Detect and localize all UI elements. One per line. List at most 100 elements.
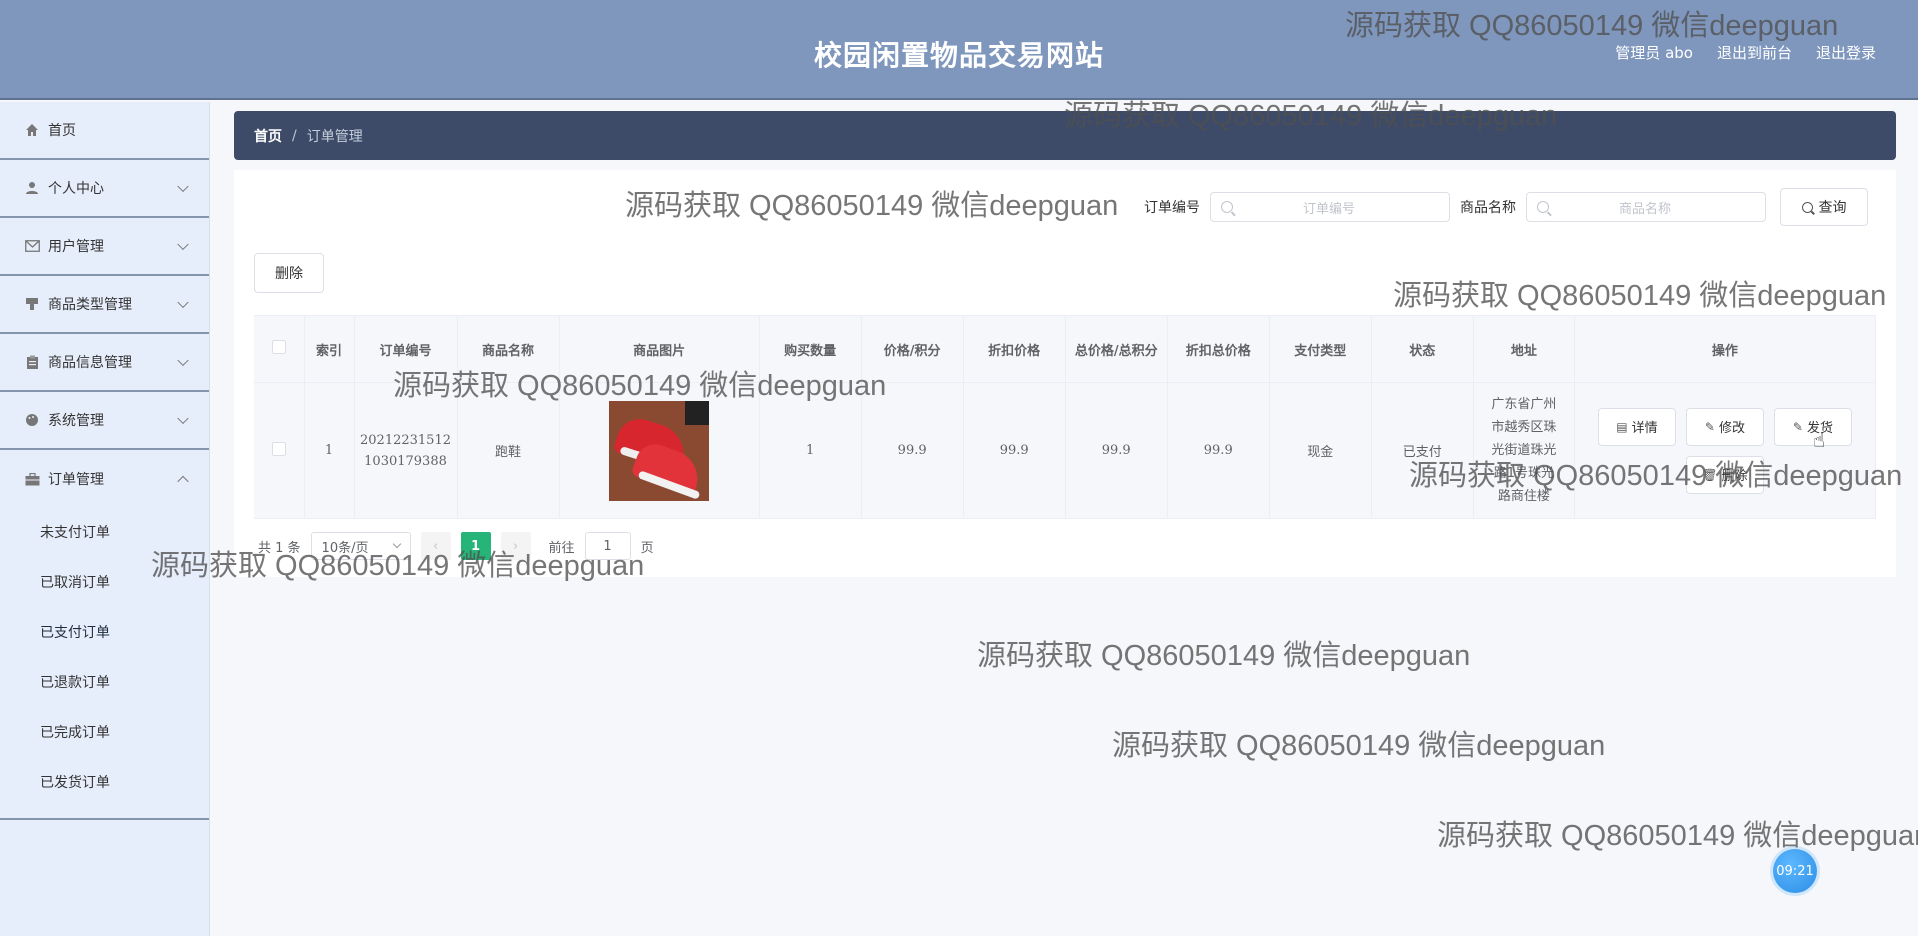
product-image[interactable]	[609, 400, 710, 501]
submenu-paid-orders[interactable]: 已支付订单	[0, 608, 209, 658]
breadcrumb: 首页 / 订单管理	[234, 111, 1896, 160]
cell-actions: ▤ 详情 ✎ 修改 ✎ 发货 🗑 删除	[1574, 382, 1877, 519]
order-no-placeholder: 订单编号	[1302, 201, 1355, 217]
submenu-completed-orders[interactable]: 已完成订单	[0, 708, 209, 758]
query-button[interactable]: 查询	[1780, 188, 1868, 226]
prev-page-button[interactable]: ‹	[420, 532, 451, 560]
sidebar-item-label: 商品类型管理	[48, 297, 132, 313]
goto-prefix: 前往	[548, 540, 575, 556]
row-delete-button-label: 删除	[1721, 469, 1748, 484]
chevron-down-icon	[392, 539, 401, 549]
address-line: 路商住楼	[1497, 489, 1550, 504]
clipboard-icon	[24, 354, 40, 370]
pointer-cursor-icon: ☝	[1813, 428, 1826, 452]
search-form: 订单编号 订单编号 商品名称 商品名称 查询	[1144, 188, 1868, 226]
watermark-text: 源码获取 QQ86050149 微信deepguan	[977, 640, 1471, 672]
breadcrumb-separator: /	[292, 127, 297, 144]
batch-delete-button[interactable]: 删除	[254, 253, 324, 293]
pagination: 共 1 条 10条/页 ‹ 1 › 前往 1 页	[258, 532, 654, 560]
home-icon	[24, 122, 40, 138]
submenu-unpaid-orders[interactable]: 未支付订单	[0, 508, 209, 558]
logout-link[interactable]: 退出登录	[1816, 42, 1876, 63]
cell-status: 已支付	[1371, 382, 1474, 519]
content-panel: 订单编号 订单编号 商品名称 商品名称 查询 删除 索引 订单编号 商品名称 商…	[234, 170, 1896, 577]
briefcase-icon	[24, 471, 40, 487]
row-select-cell	[254, 382, 305, 519]
column-header: 订单编号	[354, 315, 458, 383]
chevron-down-icon	[177, 238, 189, 251]
sidebar-item-order-management[interactable]: 订单管理	[0, 450, 209, 508]
submenu-shipped-orders[interactable]: 已发货订单	[0, 758, 209, 808]
column-header: 总价格/总积分	[1065, 315, 1168, 383]
column-header: 购买数量	[759, 315, 862, 383]
address-line: 广东省广州	[1491, 397, 1557, 412]
sidebar: 首页 个人中心 用户管理 商品类型管理 商品信息管理 系统管理 订单管理 未支付…	[0, 102, 210, 936]
sidebar-item-product-type-management[interactable]: 商品类型管理	[0, 276, 209, 334]
sidebar-item-label: 首页	[48, 123, 76, 139]
table-row: 1 20212231512 1030179388 跑鞋 1 99.9 99.9 …	[254, 382, 1877, 519]
goto-suffix: 页	[640, 540, 654, 556]
search-icon	[1801, 201, 1813, 213]
product-name-input[interactable]: 商品名称	[1526, 192, 1766, 222]
cell-index: 1	[304, 382, 355, 519]
column-header: 商品名称	[457, 315, 560, 383]
submenu-cancelled-orders[interactable]: 已取消订单	[0, 558, 209, 608]
order-no-line: 20212231512	[360, 432, 451, 448]
document-icon: ▤	[1616, 419, 1628, 434]
address-line: 路1号珠光	[1493, 466, 1554, 481]
goto-page-input[interactable]: 1	[584, 532, 631, 560]
chevron-right-icon: ›	[512, 538, 519, 554]
order-no-input[interactable]: 订单编号	[1210, 192, 1450, 222]
submenu-refunded-orders[interactable]: 已退款订单	[0, 658, 209, 708]
chevron-left-icon: ‹	[432, 538, 439, 554]
sidebar-item-system-management[interactable]: 系统管理	[0, 392, 209, 450]
detail-button-label: 详情	[1631, 421, 1658, 436]
column-header: 状态	[1371, 315, 1474, 383]
top-header: 校园闲置物品交易网站 管理员 abo 退出到前台 退出登录	[0, 0, 1918, 100]
cell-discount-total: 99.9	[1167, 382, 1270, 519]
page-size-value: 10条/页	[321, 540, 369, 556]
column-header: 地址	[1473, 315, 1575, 383]
sidebar-item-home[interactable]: 首页	[0, 102, 209, 160]
cell-order-no: 20212231512 1030179388	[354, 382, 458, 519]
cell-product-image	[559, 382, 760, 519]
watermark-text: 源码获取 QQ86050149 微信deepguan	[1437, 820, 1918, 852]
sidebar-item-label: 个人中心	[48, 181, 104, 197]
trash-icon: 🗑	[1702, 467, 1718, 482]
back-to-front-link[interactable]: 退出到前台	[1717, 42, 1792, 63]
page-size-select[interactable]: 10条/页	[310, 532, 411, 560]
detail-button[interactable]: ▤ 详情	[1597, 407, 1676, 446]
orders-table: 索引 订单编号 商品名称 商品图片 购买数量 价格/积分 折扣价格 总价格/总积…	[254, 315, 1877, 519]
table-header-row: 索引 订单编号 商品名称 商品图片 购买数量 价格/积分 折扣价格 总价格/总积…	[254, 315, 1877, 383]
pagination-total: 共 1 条	[258, 540, 301, 556]
order-no-label: 订单编号	[1144, 200, 1200, 216]
edit-button[interactable]: ✎ 修改	[1685, 407, 1764, 446]
row-actions: ▤ 详情 ✎ 修改 ✎ 发货 🗑 删除	[1579, 407, 1871, 494]
cell-payment-type: 现金	[1269, 382, 1372, 519]
next-page-button[interactable]: ›	[500, 532, 531, 560]
edit-icon: ✎	[1792, 419, 1803, 434]
chevron-down-icon	[177, 180, 189, 193]
row-checkbox[interactable]	[271, 441, 286, 456]
sidebar-item-user-management[interactable]: 用户管理	[0, 218, 209, 276]
sidebar-item-label: 系统管理	[48, 413, 104, 429]
chevron-down-icon	[177, 296, 189, 309]
breadcrumb-home[interactable]: 首页	[254, 126, 282, 146]
chevron-down-icon	[177, 412, 189, 425]
column-header: 价格/积分	[861, 315, 964, 383]
floating-clock-button[interactable]: 09:21	[1773, 849, 1817, 893]
row-delete-button[interactable]: 🗑 删除	[1685, 455, 1764, 494]
product-name-label: 商品名称	[1460, 200, 1516, 216]
top-nav: 管理员 abo 退出到前台 退出登录	[1615, 42, 1876, 63]
sidebar-item-personal-center[interactable]: 个人中心	[0, 160, 209, 218]
sidebar-item-product-info-management[interactable]: 商品信息管理	[0, 334, 209, 392]
column-header: 商品图片	[559, 315, 760, 383]
column-header: 折扣总价格	[1167, 315, 1270, 383]
select-all-checkbox[interactable]	[271, 340, 286, 354]
edit-icon: ✎	[1704, 419, 1715, 434]
address-line: 市越秀区珠	[1491, 420, 1557, 435]
search-icon	[1221, 201, 1233, 213]
address-line: 光街道珠光	[1491, 443, 1557, 458]
page-number-button[interactable]: 1	[460, 532, 491, 560]
cell-price: 99.9	[861, 382, 964, 519]
